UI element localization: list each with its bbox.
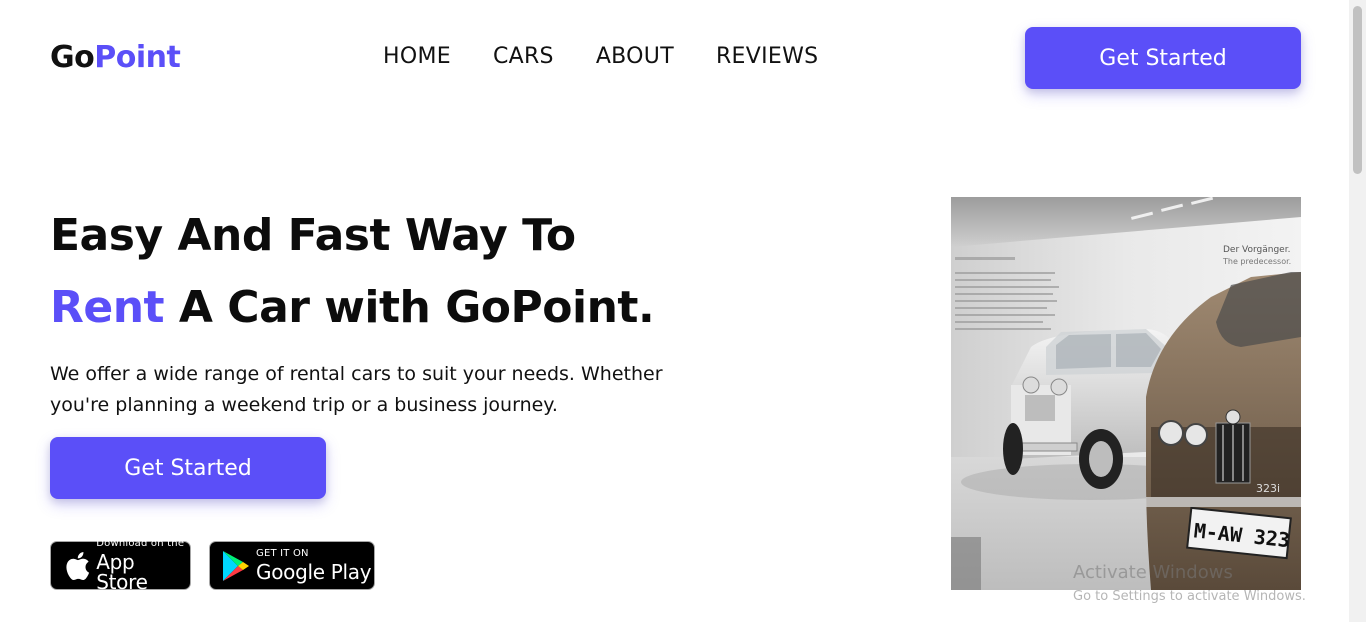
hero-title-accent: Rent <box>50 282 165 333</box>
logo-part-point: Point <box>94 40 181 75</box>
nav-cars[interactable]: CARS <box>493 44 554 69</box>
google-play-text: GET IT ON Google Play <box>256 548 372 584</box>
activate-windows-watermark: Activate Windows Go to Settings to activ… <box>1073 562 1306 607</box>
apple-icon <box>57 546 96 586</box>
hero-description: We offer a wide range of rental cars to … <box>50 363 663 416</box>
hero-get-started-button[interactable]: Get Started <box>50 437 326 499</box>
google-play-big-text: Google Play <box>256 560 372 584</box>
google-play-icon <box>216 546 256 586</box>
page-scrollbar[interactable] <box>1349 0 1366 622</box>
app-store-text: Download on the App Store <box>96 538 190 594</box>
watermark-line2: Go to Settings to activate Windows. <box>1073 589 1306 604</box>
nav-home[interactable]: HOME <box>383 44 451 69</box>
logo[interactable]: GoPoint <box>50 38 181 78</box>
nav-about[interactable]: ABOUT <box>596 44 674 69</box>
google-play-badge[interactable]: GET IT ON Google Play <box>209 541 375 590</box>
app-store-small-text: Download on the <box>96 538 185 549</box>
header-get-started-button[interactable]: Get Started <box>1025 27 1301 89</box>
hero-title-line1: Easy And Fast Way To <box>50 210 576 261</box>
logo-part-go: Go <box>50 40 95 75</box>
watermark-line1: Activate Windows <box>1073 562 1233 583</box>
app-store-big-text: App Store <box>96 550 148 594</box>
sign-subtitle: The predecessor. <box>1222 257 1291 266</box>
sign-title: Der Vorgänger. <box>1223 245 1290 255</box>
car-photo-illustration: Der Vorgänger. The predecessor. 323i M-A… <box>951 197 1301 590</box>
nav-reviews[interactable]: REVIEWS <box>716 44 818 69</box>
main-nav: HOME CARS ABOUT REVIEWS <box>383 44 818 69</box>
app-store-badge[interactable]: Download on the App Store <box>50 538 191 594</box>
hero-title-line2: A Car with GoPoint. <box>164 282 655 333</box>
site-header: GoPoint HOME CARS ABOUT REVIEWS Get Star… <box>0 0 1349 120</box>
hero-car-image: Der Vorgänger. The predecessor. 323i M-A… <box>951 197 1301 590</box>
scrollbar-thumb[interactable] <box>1353 6 1362 174</box>
google-play-small-text: GET IT ON <box>256 548 309 559</box>
hero-title: Easy And Fast Way To Rent A Car with GoP… <box>50 200 655 344</box>
car-badge-text: 323i <box>1256 482 1280 495</box>
